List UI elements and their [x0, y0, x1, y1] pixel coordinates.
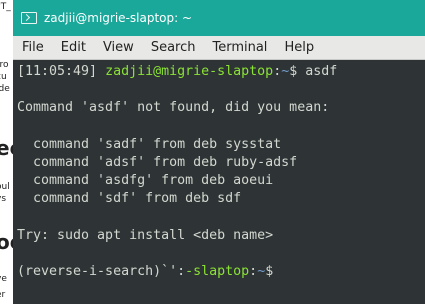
background-window: ?T_ rro cu ide ec oul ys oc ve er	[0, 0, 13, 304]
background-heading: oc	[0, 230, 13, 254]
background-text: ve	[0, 274, 7, 284]
reverse-search-path: ~	[257, 264, 266, 280]
terminal-icon	[21, 12, 37, 24]
menu-search[interactable]: Search	[142, 40, 204, 55]
menu-bar: File Edit View Search Terminal Help	[13, 36, 425, 60]
title-bar[interactable]: zadjii@migrie-slaptop: ~	[13, 0, 425, 36]
menu-view[interactable]: View	[94, 40, 142, 55]
prompt-line: [11:05:49] zadjii@migrie-slaptop:~$ asdf	[17, 63, 425, 81]
suggestion-line: command 'asdfg' from deb aoeui	[17, 173, 274, 189]
reverse-search-host: -slaptop	[185, 264, 250, 280]
reverse-search-prefix: (reverse-i-search)`':	[17, 264, 186, 280]
terminal-output[interactable]: [11:05:49] zadjii@migrie-slaptop:~$ asdf…	[13, 60, 425, 304]
background-text: oul	[0, 182, 10, 192]
reverse-search-separator: :	[249, 264, 258, 280]
background-text: ys	[0, 194, 7, 204]
suggestion-line: command 'sadf' from deb sysstat	[17, 136, 282, 152]
menu-terminal[interactable]: Terminal	[203, 40, 275, 55]
background-text: ?T_	[0, 2, 11, 12]
command-text: asdf	[305, 64, 338, 79]
menu-edit[interactable]: Edit	[52, 40, 94, 55]
suggestion-line: command 'sdf' from deb sdf	[17, 191, 242, 207]
background-text: rro	[0, 60, 9, 70]
reverse-search-line: (reverse-i-search)`':-slaptop:~$	[17, 263, 425, 281]
background-text: er	[0, 290, 6, 300]
prompt-symbol: $	[289, 64, 298, 79]
window-title: zadjii@migrie-slaptop: ~	[44, 11, 193, 25]
not-found-message: Command 'asdf' not found, did you mean:	[17, 100, 330, 116]
background-text: cu	[0, 72, 7, 82]
menu-help[interactable]: Help	[275, 40, 322, 55]
suggestion-line: command 'adsf' from deb ruby-adsf	[17, 154, 298, 170]
timestamp: [11:05:49]	[17, 64, 98, 79]
menu-file[interactable]: File	[13, 40, 52, 55]
reverse-search-symbol: $	[265, 264, 274, 280]
terminal-window[interactable]: zadjii@migrie-slaptop: ~ File Edit View …	[13, 0, 425, 304]
try-hint: Try: sudo apt install <deb name>	[17, 227, 274, 243]
background-text: ide	[0, 84, 10, 94]
background-heading: ec	[0, 136, 13, 160]
prompt-user-host: zadjii@migrie-slaptop	[105, 64, 274, 79]
